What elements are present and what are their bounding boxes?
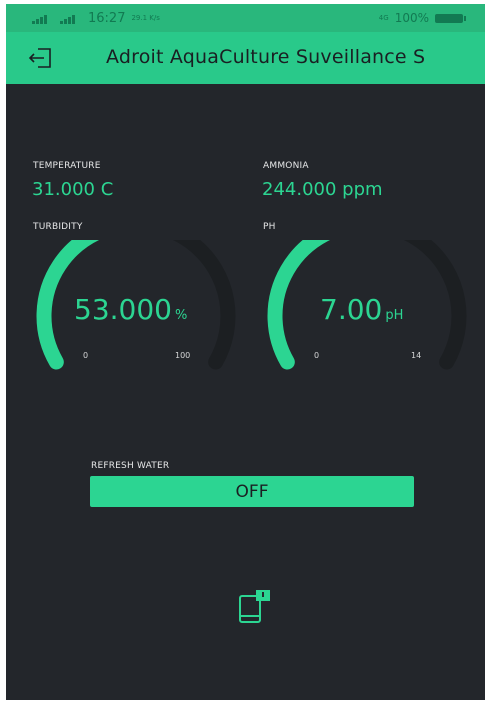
ammonia-value: 244.000 ppm	[262, 179, 383, 200]
turbidity-min: 0	[83, 351, 89, 360]
turbidity-unit: %	[174, 308, 188, 323]
ph-min: 0	[314, 351, 320, 360]
refresh-water-button[interactable]: OFF	[90, 476, 414, 507]
status-time: 16:27	[88, 11, 126, 26]
refresh-water-label: REFRESH WATER	[91, 461, 170, 471]
status-left: 16:27 29.1 K/s	[32, 11, 160, 26]
battery-percent: 100%	[394, 11, 429, 25]
turbidity-max: 100	[175, 351, 191, 360]
tablet-notification-icon[interactable]	[236, 588, 274, 626]
app-title: Adroit AquaCulture Suveillance S	[106, 46, 426, 68]
ph-value: 7.00	[320, 293, 383, 326]
temperature-label: TEMPERATURE	[33, 161, 101, 171]
ph-max: 14	[411, 351, 422, 360]
ammonia-label: AMMONIA	[263, 161, 309, 171]
logout-icon[interactable]	[28, 46, 54, 70]
ph-gauge-value: 7.00 pH	[320, 293, 403, 326]
temperature-value: 31.000 C	[32, 179, 114, 200]
status-right: 4G 100%	[378, 11, 466, 25]
status-right-network: 4G	[378, 13, 389, 22]
status-data-rate: 29.1 K/s	[131, 14, 160, 22]
ph-label: PH	[263, 222, 276, 232]
signal-icon-2	[60, 14, 82, 24]
turbidity-value: 53.000	[74, 293, 172, 326]
signal-icon	[32, 14, 54, 24]
turbidity-gauge-value: 53.000%	[74, 293, 187, 326]
status-bar: 16:27 29.1 K/s 4G 100%	[6, 4, 485, 32]
app-bar: Adroit AquaCulture Suveillance S	[6, 32, 485, 84]
battery-icon	[435, 13, 466, 23]
ph-unit: pH	[385, 308, 404, 323]
app-screen: 16:27 29.1 K/s 4G 100% Adroit AquaCultur…	[6, 4, 485, 700]
turbidity-label: TURBIDITY	[33, 222, 83, 232]
